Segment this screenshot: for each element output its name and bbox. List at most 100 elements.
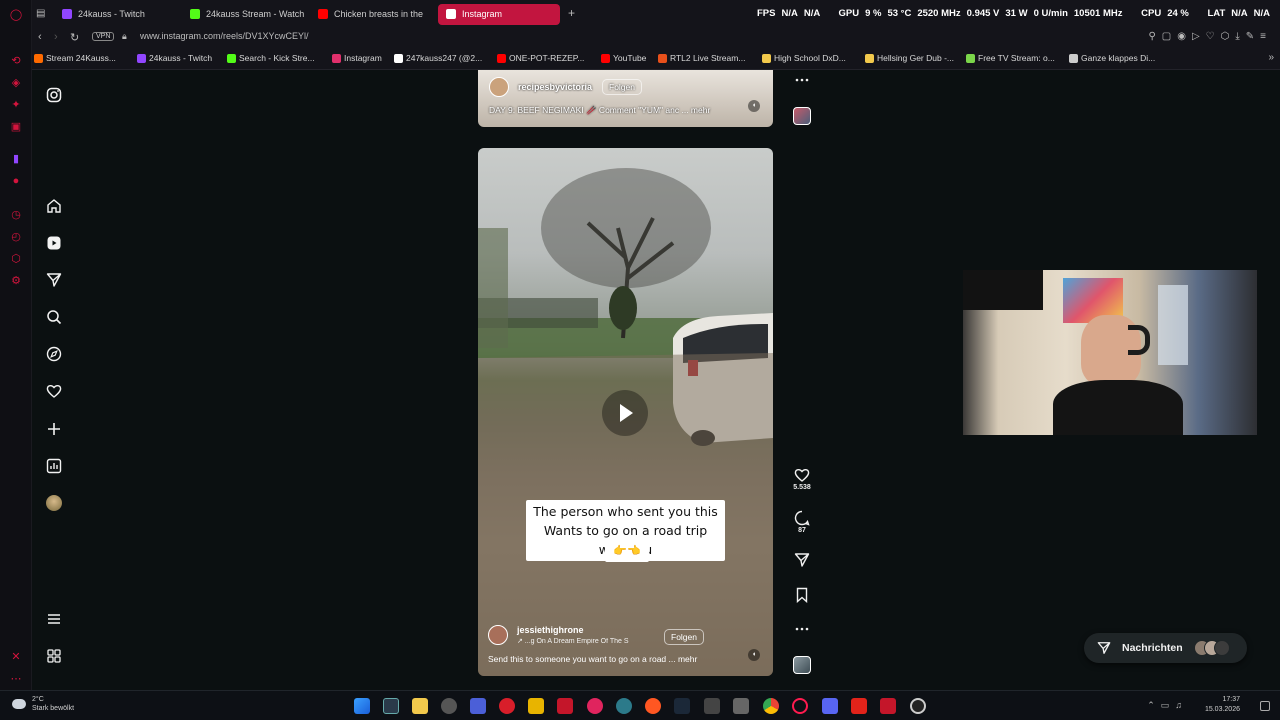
back-button[interactable]: ‹	[38, 31, 42, 43]
author-avatar[interactable]	[488, 625, 508, 645]
bookmark-item[interactable]: Hellsing Ger Dub -...	[865, 53, 954, 63]
reload-button[interactable]: ↻	[70, 31, 79, 44]
bookmark-item[interactable]: 24kauss - Twitch	[137, 53, 212, 63]
weather-widget[interactable]: 2°C Stark bewölkt	[32, 695, 74, 713]
create-icon[interactable]	[46, 421, 62, 437]
explore-icon[interactable]	[46, 346, 62, 362]
lock-icon[interactable]: 🔒︎	[122, 31, 127, 42]
more-icon[interactable]: ⋯	[9, 672, 23, 686]
gx-player-icon[interactable]: ▣	[9, 120, 23, 134]
follow-button[interactable]: Folgen	[664, 629, 704, 645]
mute-icon[interactable]: ◖	[748, 649, 760, 661]
gx-mods-icon[interactable]: ✕	[9, 650, 23, 664]
file-explorer-icon[interactable]	[412, 698, 428, 714]
tab-twitch[interactable]: 24kauss - Twitch	[54, 4, 176, 25]
audio-thumbnail[interactable]	[793, 107, 811, 125]
bookmark-item[interactable]: High School DxD...	[762, 53, 846, 63]
reel-caption[interactable]: Send this to someone you want to go on a…	[488, 654, 697, 664]
instagram-logo-icon[interactable]	[46, 87, 62, 103]
media-player-icon[interactable]	[910, 698, 926, 714]
forward-button[interactable]: ›	[54, 31, 58, 43]
app-icon[interactable]	[851, 698, 867, 714]
play-button[interactable]	[602, 390, 648, 436]
app-icon[interactable]	[616, 698, 632, 714]
reel-username[interactable]: jessiethighrone	[517, 625, 584, 635]
visual-studio-icon[interactable]	[470, 698, 486, 714]
home-icon[interactable]	[46, 198, 62, 214]
app-icon[interactable]	[704, 698, 720, 714]
address-bar-actions[interactable]: ⚲▢◉▷♡⬡⤓✎≡	[1148, 31, 1272, 42]
extensions-icon[interactable]: ⬡	[9, 252, 23, 266]
heart-icon[interactable]	[46, 383, 62, 399]
new-tab-button[interactable]: +	[568, 6, 575, 20]
gx-control-icon[interactable]: ◈	[9, 76, 23, 90]
menu-icon[interactable]	[46, 611, 62, 627]
app-icon[interactable]	[557, 698, 573, 714]
bookmark-item[interactable]: Search - Kick Stre...	[227, 53, 315, 63]
system-tray[interactable]: ⌃▭♫	[1147, 700, 1188, 711]
bookmark-item[interactable]: ONE-POT-REZEP...	[497, 53, 584, 63]
weather-cloud-icon[interactable]	[12, 699, 26, 709]
reel-card-current[interactable]: The person who sent you this Wants to go…	[478, 148, 773, 676]
reel-audio[interactable]: ↗ ...g On A Dream Empire Of The S	[517, 637, 629, 645]
calculator-icon[interactable]	[383, 698, 399, 714]
clock-icon[interactable]: ◴	[9, 230, 23, 244]
opera-gx-icon[interactable]	[792, 698, 808, 714]
bookmark-item[interactable]: Stream 24Kauss...	[34, 53, 116, 63]
url-field[interactable]: www.instagram.com/reels/DV1XYcwCEYl/	[140, 31, 309, 41]
app-icon[interactable]	[441, 698, 457, 714]
app-icon[interactable]	[645, 698, 661, 714]
steam-icon[interactable]	[674, 698, 690, 714]
vpn-badge[interactable]: VPN	[92, 32, 115, 41]
more-options-button[interactable]	[792, 72, 812, 88]
dashboard-icon[interactable]	[46, 458, 62, 474]
author-avatar[interactable]	[489, 77, 509, 97]
bookmark-item[interactable]: Instagram	[332, 53, 382, 63]
more-options-button[interactable]	[792, 621, 812, 637]
tab-kick[interactable]: 24kauss Stream - Watch l	[182, 4, 304, 25]
profile-avatar[interactable]	[46, 495, 62, 511]
app-icon[interactable]	[733, 698, 749, 714]
notification-icon[interactable]	[1260, 701, 1270, 711]
send-icon[interactable]	[46, 272, 62, 288]
bookmark-icon	[394, 54, 403, 63]
discord-icon[interactable]	[822, 698, 838, 714]
gx-social-icon[interactable]: ●	[9, 174, 23, 188]
bookmark-item[interactable]: Free TV Stream: o...	[966, 53, 1055, 63]
share-button[interactable]	[792, 552, 812, 568]
mute-icon[interactable]: ◖	[748, 100, 760, 112]
bookmark-item[interactable]: RTL2 Live Stream...	[658, 53, 745, 63]
audio-thumbnail[interactable]	[793, 656, 811, 674]
settings-icon[interactable]: ⚙	[9, 274, 23, 288]
workspaces-icon[interactable]: ▤	[36, 8, 45, 19]
opera-logo-icon[interactable]: ◯	[9, 8, 23, 22]
gx-corner-icon[interactable]: ⟲	[9, 54, 23, 68]
reel-username[interactable]: recipesbyvictoria	[518, 82, 592, 92]
bookmarks-overflow-icon[interactable]: »	[1268, 52, 1274, 63]
bookmark-item[interactable]: 247kauss247 (@2...	[394, 53, 482, 63]
history-icon[interactable]: ◷	[9, 208, 23, 222]
meta-apps-icon[interactable]	[46, 648, 62, 664]
twitch-icon[interactable]: ▮	[9, 152, 23, 166]
comment-button[interactable]: 87	[792, 510, 812, 534]
gx-cleaner-icon[interactable]: ✦	[9, 98, 23, 112]
app-icon[interactable]	[499, 698, 515, 714]
tab-instagram[interactable]: Instagram	[438, 4, 560, 25]
app-icon[interactable]	[587, 698, 603, 714]
messages-button[interactable]: Nachrichten	[1084, 633, 1247, 663]
tab-youtube[interactable]: Chicken breasts in the	[310, 4, 432, 25]
reel-caption[interactable]: DAY 9: BEEF NEGIMAKI 🥢 Comment "YUM" anc…	[489, 105, 710, 116]
chrome-icon[interactable]	[763, 698, 779, 714]
app-icon[interactable]	[880, 698, 896, 714]
bookmark-item[interactable]: Ganze klappes Di...	[1069, 53, 1155, 63]
start-button[interactable]	[354, 698, 370, 714]
like-button[interactable]: 5.538	[792, 467, 812, 491]
follow-button[interactable]: Folgen	[602, 79, 642, 95]
reels-icon[interactable]	[46, 235, 62, 251]
save-button[interactable]	[792, 587, 812, 603]
app-icon[interactable]	[528, 698, 544, 714]
search-icon[interactable]	[46, 309, 62, 325]
reel-card-previous[interactable]: recipesbyvictoria Folgen DAY 9: BEEF NEG…	[478, 70, 773, 127]
clock[interactable]: 17:37 15.03.2026	[1205, 695, 1240, 715]
bookmark-item[interactable]: YouTube	[601, 53, 646, 63]
